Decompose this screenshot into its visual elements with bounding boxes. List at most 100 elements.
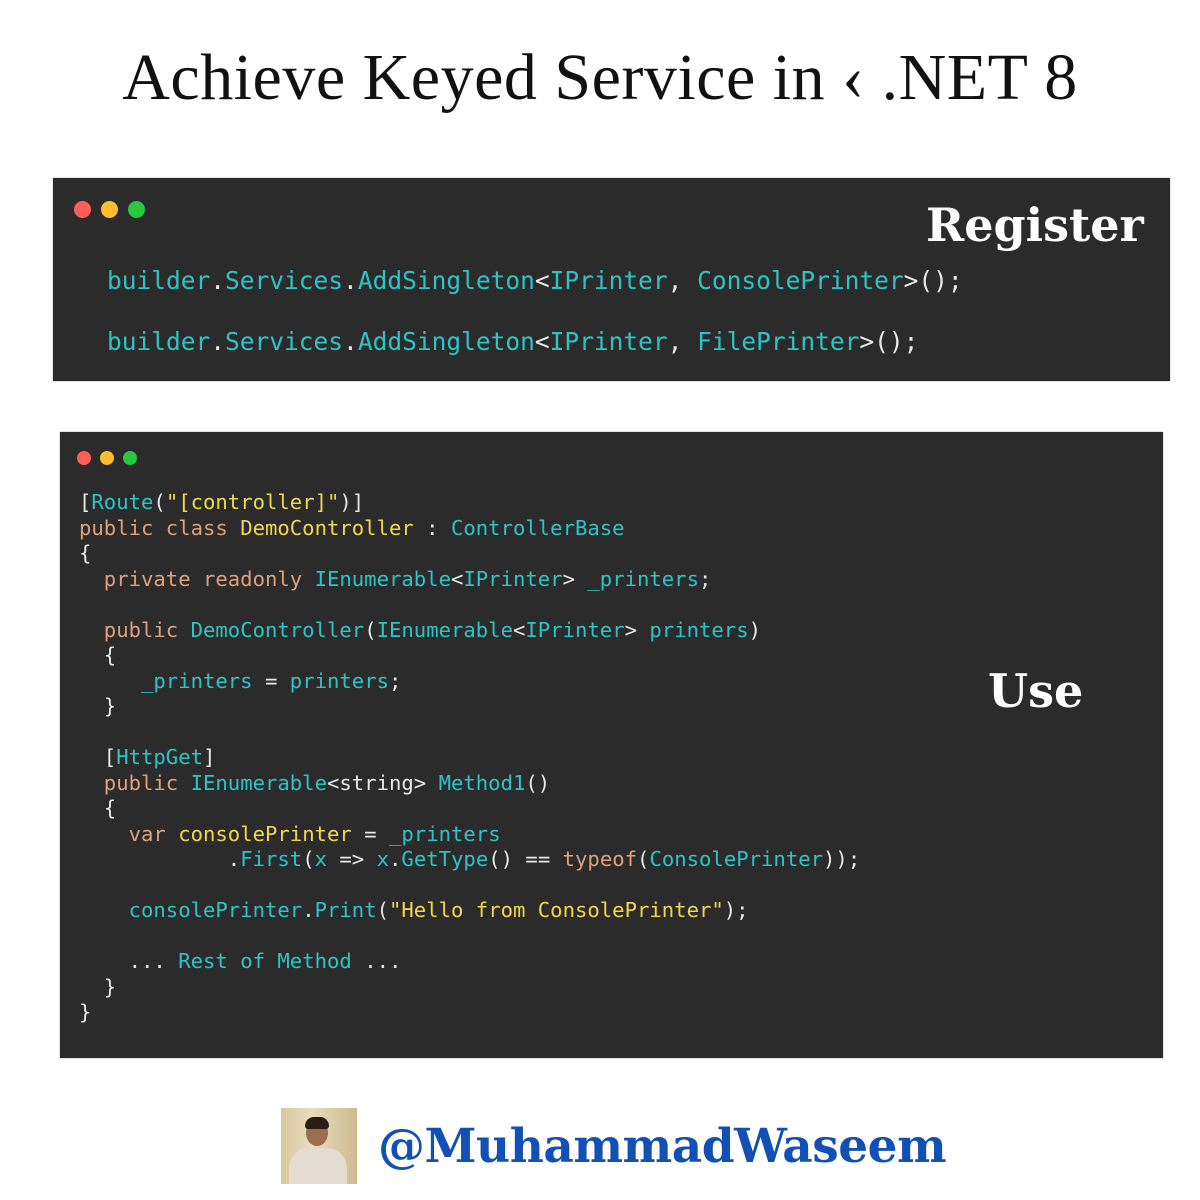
code-token: )]: [339, 490, 365, 514]
code-line: {: [79, 643, 860, 669]
code-token: =: [252, 668, 290, 693]
code-token: [: [79, 745, 117, 769]
code-token: >: [624, 617, 650, 642]
code-line: [Route("[controller]")]: [79, 490, 860, 516]
avatar-body-shape: [289, 1148, 347, 1184]
code-token: (: [302, 847, 315, 871]
code-token: GetType: [401, 847, 489, 871]
code-token: Print: [314, 898, 377, 922]
register-code-panel: builder.Services.AddSingleton<IPrinter, …: [53, 178, 1170, 381]
code-line: .First(x => x.GetType() == typeof(Consol…: [79, 847, 860, 873]
code-token: {: [79, 643, 117, 667]
code-token: );: [723, 898, 749, 922]
code-token: AddSingleton: [357, 327, 535, 356]
code-token: public: [79, 617, 191, 642]
code-line: {: [79, 541, 860, 567]
code-token: DemoController: [190, 617, 365, 642]
code-token: public: [79, 770, 191, 795]
code-token: .: [343, 327, 358, 356]
close-dot-icon: [74, 201, 91, 218]
code-token: .: [302, 898, 315, 922]
code-token: builder: [107, 327, 211, 356]
code-line: _printers = printers;: [79, 669, 860, 695]
code-token: >: [562, 566, 588, 591]
code-token: printers: [289, 668, 389, 693]
code-token: IPrinter: [549, 266, 668, 295]
code-line: {: [79, 796, 860, 822]
code-line: }: [79, 975, 860, 1001]
code-token: AddSingleton: [357, 266, 535, 295]
code-line: }: [79, 694, 860, 720]
code-token: <: [534, 327, 550, 356]
code-token: FilePrinter: [697, 327, 860, 356]
code-token: <: [534, 266, 550, 295]
code-token: var: [79, 821, 179, 846]
code-token: }: [79, 694, 117, 718]
code-line: consolePrinter.Print("Hello from Console…: [79, 898, 860, 924]
code-token: .: [79, 847, 241, 871]
code-token: <string>: [326, 770, 439, 795]
code-token: <: [450, 566, 464, 591]
minimize-dot-icon: [101, 201, 118, 218]
code-token: public class: [79, 515, 241, 540]
code-token: IEnumerable: [190, 770, 327, 795]
code-token: ): [748, 617, 762, 642]
maximize-dot-icon: [128, 201, 145, 218]
code-line: public IEnumerable<string> Method1(): [79, 771, 860, 797]
code-token: IPrinter: [549, 327, 668, 356]
code-token: _printers: [587, 566, 699, 591]
code-token: :: [413, 515, 451, 540]
maximize-dot-icon: [123, 451, 137, 465]
code-token: (: [364, 617, 377, 642]
code-token: ...: [79, 949, 179, 973]
code-token: {: [79, 796, 117, 820]
code-token: x: [314, 847, 327, 871]
code-token: private readonly: [79, 566, 315, 591]
code-token: =>: [327, 847, 377, 871]
code-line: [HttpGet]: [79, 745, 860, 771]
code-token: "[controller]": [165, 490, 340, 514]
code-token: ,: [667, 327, 698, 356]
code-token: ;: [698, 566, 712, 591]
code-token: >();: [859, 327, 919, 356]
code-token: =: [351, 821, 389, 846]
code-line: var consolePrinter = _printers: [79, 822, 860, 848]
code-token: _printers: [79, 668, 253, 693]
code-token: ));: [823, 847, 861, 871]
close-dot-icon: [77, 451, 91, 465]
code-token: (: [153, 490, 166, 514]
code-line: public class DemoController : Controller…: [79, 516, 860, 542]
code-token: ConsolePrinter: [649, 847, 824, 871]
window-controls: [77, 451, 137, 465]
code-token: First: [240, 847, 303, 871]
code-token: ]: [203, 745, 216, 769]
code-line: private readonly IEnumerable<IPrinter> _…: [79, 567, 860, 593]
code-token: Route: [91, 490, 154, 514]
author-handle: @MuhammadWaseem: [378, 1118, 947, 1174]
author-footer: @MuhammadWaseem: [281, 1108, 947, 1184]
page-title: Achieve Keyed Service in ‹ .NET 8: [122, 41, 1078, 114]
avatar: [281, 1108, 357, 1184]
code-token: Method1: [438, 770, 526, 795]
code-token: consolePrinter: [178, 821, 352, 846]
window-controls: [74, 201, 145, 218]
code-token: Rest of Method: [178, 949, 352, 973]
code-token: Services: [225, 327, 344, 356]
code-token: .: [210, 266, 226, 295]
use-code-panel: [Route("[controller]")] public class Demo…: [60, 432, 1163, 1058]
code-token: ConsolePrinter: [697, 266, 904, 295]
code-token: ControllerBase: [450, 515, 625, 540]
code-token: }: [79, 974, 117, 999]
code-line: }: [79, 1000, 860, 1026]
code-token: >();: [903, 266, 963, 295]
code-token: IPrinter: [525, 617, 625, 642]
code-token: printers: [649, 617, 749, 642]
code-line: ... Rest of Method ...: [79, 949, 860, 975]
minimize-dot-icon: [100, 451, 114, 465]
code-token: builder: [107, 266, 211, 295]
code-token: consolePrinter: [79, 898, 303, 922]
code-token: <: [512, 617, 526, 642]
code-token: .: [343, 266, 358, 295]
